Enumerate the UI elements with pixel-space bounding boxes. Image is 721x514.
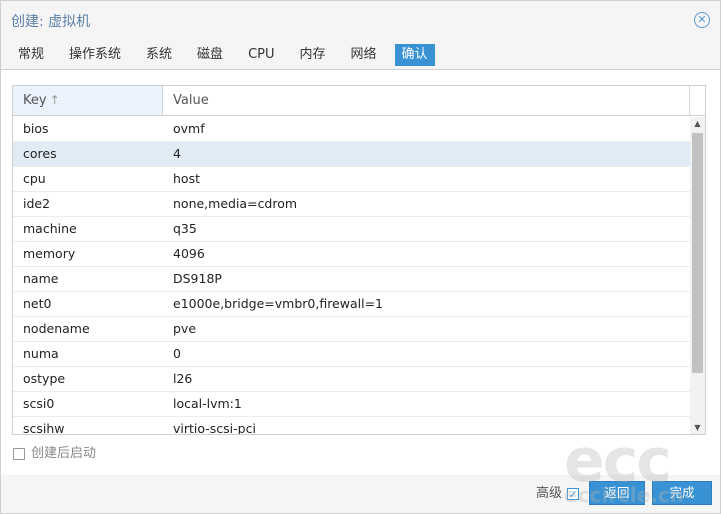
tab-4[interactable]: CPU bbox=[241, 44, 281, 66]
tab-6[interactable]: 网络 bbox=[344, 44, 384, 66]
row-value: 4 bbox=[173, 146, 181, 161]
dialog-footer: 高级 ✓ 返回 完成 bbox=[1, 475, 720, 513]
scrollbar-thumb[interactable] bbox=[692, 133, 703, 373]
table-row[interactable]: net0 e1000e,bridge=vmbr0,firewall=1 bbox=[13, 292, 690, 317]
advanced-option[interactable]: 高级 ✓ bbox=[536, 486, 580, 502]
row-key: net0 bbox=[23, 296, 52, 311]
table-row[interactable]: cpu host bbox=[13, 167, 690, 192]
autostart-option[interactable]: 创建后启动 bbox=[13, 446, 96, 462]
wizard-tabs: 常规 操作系统 系统 磁盘 CPU 内存 网络 确认 bbox=[11, 44, 446, 68]
row-value: none,media=cdrom bbox=[173, 196, 298, 211]
table-row[interactable]: ostype l26 bbox=[13, 367, 690, 392]
grid-rows: bios ovmf cores 4 cpu host ide2 none,media=cdro… bbox=[13, 117, 690, 435]
create-vm-dialog: 创建: 虚拟机 ✕ 常规 操作系统 系统 磁盘 CPU 内存 网络 确认 Key ↑ Value… bbox=[0, 0, 721, 514]
table-row[interactable]: cores 4 bbox=[13, 142, 690, 167]
table-row[interactable]: bios ovmf bbox=[13, 117, 690, 142]
table-row[interactable]: ide2 none,media=cdrom bbox=[13, 192, 690, 217]
table-row[interactable]: memory 4096 bbox=[13, 242, 690, 267]
table-row[interactable]: numa 0 bbox=[13, 342, 690, 367]
row-key: cpu bbox=[23, 171, 46, 186]
table-row[interactable]: nodename pve bbox=[13, 317, 690, 342]
column-header-value[interactable]: Value bbox=[163, 86, 690, 115]
row-value: q35 bbox=[173, 221, 197, 236]
finish-button[interactable]: 完成 bbox=[652, 481, 712, 505]
row-key: ide2 bbox=[23, 196, 51, 211]
row-key: nodename bbox=[23, 321, 90, 336]
row-value: l26 bbox=[173, 371, 193, 386]
row-key: scsihw bbox=[23, 421, 65, 435]
close-icon[interactable]: ✕ bbox=[694, 12, 710, 28]
column-header-key-label: Key bbox=[23, 93, 47, 108]
autostart-checkbox[interactable] bbox=[13, 448, 25, 460]
row-key: name bbox=[23, 271, 59, 286]
advanced-checkbox[interactable]: ✓ bbox=[567, 488, 580, 500]
row-key: numa bbox=[23, 346, 59, 361]
table-row[interactable]: machine q35 bbox=[13, 217, 690, 242]
row-key: bios bbox=[23, 121, 49, 136]
dialog-titlebar: 创建: 虚拟机 ✕ bbox=[1, 1, 720, 41]
row-value: host bbox=[173, 171, 200, 186]
tab-1[interactable]: 操作系统 bbox=[62, 44, 128, 66]
tab-5[interactable]: 内存 bbox=[293, 44, 333, 66]
scroll-up-icon[interactable]: ▲ bbox=[690, 117, 705, 131]
row-value: 0 bbox=[173, 346, 181, 361]
confirm-panel: Key ↑ Value bios ovmf cores 4 cpu host ide2 none… bbox=[1, 69, 720, 475]
row-key: memory bbox=[23, 246, 76, 261]
row-value: 4096 bbox=[173, 246, 205, 261]
scroll-down-icon[interactable]: ▼ bbox=[690, 421, 705, 434]
back-button[interactable]: 返回 bbox=[589, 481, 645, 505]
column-header-key[interactable]: Key ↑ bbox=[13, 86, 163, 115]
row-key: cores bbox=[23, 146, 57, 161]
table-row[interactable]: scsi0 local-lvm:1 bbox=[13, 392, 690, 417]
row-value: local-lvm:1 bbox=[173, 396, 242, 411]
advanced-label: 高级 bbox=[536, 486, 563, 501]
grid-header: Key ↑ Value bbox=[13, 86, 705, 116]
sort-ascending-icon: ↑ bbox=[49, 93, 60, 107]
row-value: pve bbox=[173, 321, 197, 336]
row-value: e1000e,bridge=vmbr0,firewall=1 bbox=[173, 296, 384, 311]
table-row[interactable]: name DS918P bbox=[13, 267, 690, 292]
tab-3[interactable]: 磁盘 bbox=[190, 44, 230, 66]
table-row[interactable]: scsihw virtio-scsi-pci bbox=[13, 417, 690, 435]
row-value: virtio-scsi-pci bbox=[173, 421, 256, 435]
tab-2[interactable]: 系统 bbox=[139, 44, 179, 66]
row-key: ostype bbox=[23, 371, 66, 386]
row-value: DS918P bbox=[173, 271, 222, 286]
column-header-value-label: Value bbox=[173, 93, 209, 108]
grid-scrollbar[interactable]: ▲ ▼ bbox=[690, 117, 705, 434]
tab-7[interactable]: 确认 bbox=[394, 44, 435, 66]
tab-0[interactable]: 常规 bbox=[11, 44, 51, 66]
dialog-title: 创建: 虚拟机 bbox=[11, 14, 91, 30]
row-value: ovmf bbox=[173, 121, 205, 136]
row-key: scsi0 bbox=[23, 396, 55, 411]
autostart-label: 创建后启动 bbox=[31, 446, 97, 461]
settings-grid: Key ↑ Value bios ovmf cores 4 cpu host ide2 none… bbox=[12, 85, 706, 435]
row-key: machine bbox=[23, 221, 77, 236]
